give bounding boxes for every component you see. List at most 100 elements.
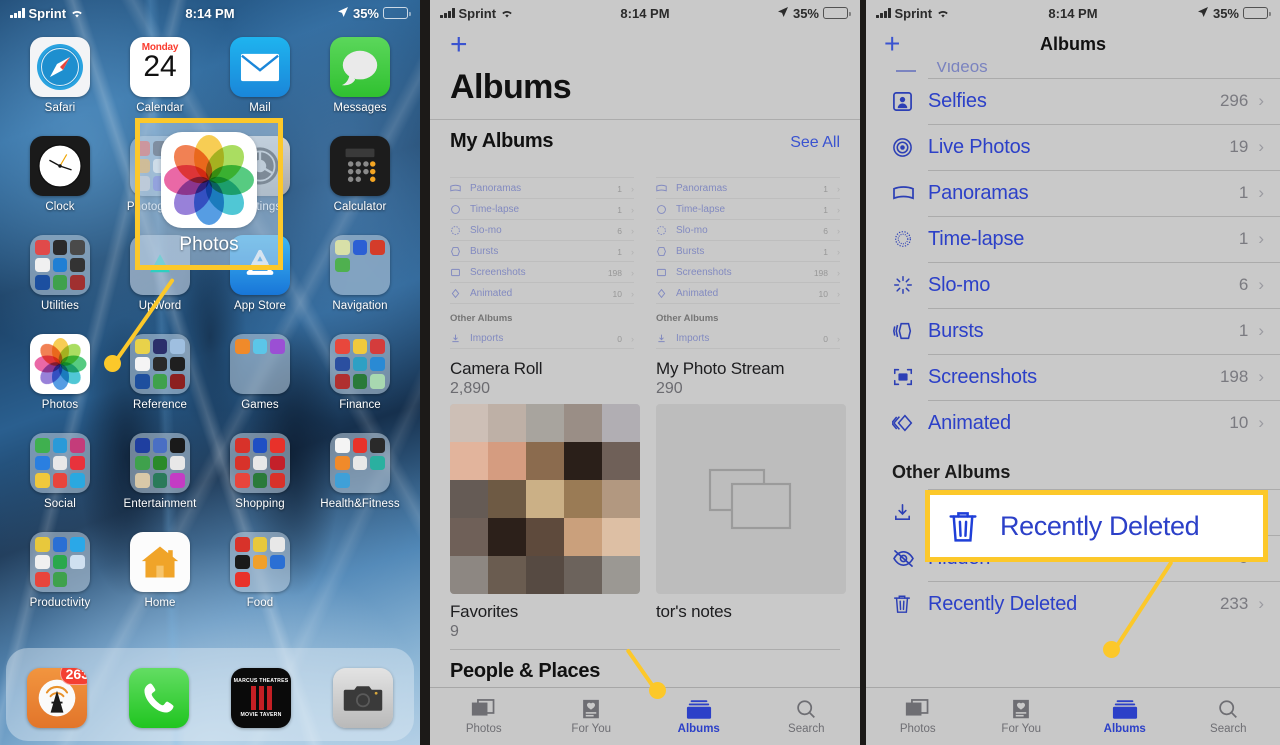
tab-search[interactable]: Search (1177, 699, 1280, 735)
location-arrow-icon (337, 6, 349, 21)
home-app-finance-folder[interactable]: Finance (310, 329, 410, 428)
tab-albums[interactable]: Albums (645, 699, 753, 735)
home-app-utilities-folder[interactable]: Utilities (10, 230, 110, 329)
album-row-selfies[interactable]: Selfies 296 › (866, 78, 1280, 124)
album-count: 19 (1229, 137, 1249, 156)
photos-tab-icon (905, 698, 929, 716)
search-tab-icon (797, 699, 816, 718)
app-label: Social (44, 498, 76, 510)
home-app-shopping-folder[interactable]: Shopping (210, 428, 310, 527)
album-count: 290 (656, 380, 683, 397)
bursts-icon (656, 246, 667, 257)
cut-icon (656, 162, 667, 173)
selfies-icon (892, 91, 922, 112)
chevron-right-icon: › (1258, 367, 1264, 386)
ghost-row: Panoramas 1 › (656, 178, 840, 199)
partially-scrolled-row: Videos (866, 62, 1280, 78)
dock-app-camera[interactable] (333, 663, 393, 728)
ghost-section-title: Other Albums (656, 313, 719, 324)
album-row-bursts[interactable]: Bursts 1 › (866, 308, 1280, 354)
album-row-live-photos[interactable]: Live Photos 19 › (866, 124, 1280, 170)
album-row-animated[interactable]: Animated 10 › (866, 400, 1280, 446)
dock-app-phone[interactable] (129, 663, 189, 728)
home-app-photos[interactable]: Photos (10, 329, 110, 428)
callout-anchor-dot-photos (104, 355, 121, 372)
dock-app-podcasts[interactable]: 263 (27, 663, 87, 728)
ghost-column-right: Panoramas 1› Time-lapse 1› Slo-mo 6› (656, 157, 840, 349)
timelapse-icon (450, 204, 461, 215)
photo-stack-placeholder-icon (656, 404, 846, 594)
calendar-icon: Monday 24 (130, 37, 190, 97)
callout-recently-deleted-label: Recently Deleted (1000, 510, 1200, 541)
home-app-social-folder[interactable]: Social (10, 428, 110, 527)
album-count: 1 (1238, 229, 1249, 248)
folder-icon (330, 334, 390, 394)
home-app-entertainment-folder[interactable]: Entertainment (110, 428, 210, 527)
tab-photos[interactable]: Photos (430, 698, 538, 735)
ghost-row-count: 10 (818, 288, 828, 299)
panel-divider-1 (420, 0, 430, 745)
folder-icon (30, 433, 90, 493)
movie-tavern-icon: MARCUS THEATRES MOVIE TAVERN (231, 668, 291, 728)
folder-icon (30, 532, 90, 592)
camera-icon (333, 668, 393, 728)
add-album-button[interactable]: + (450, 28, 468, 61)
home-app-messages[interactable]: Messages (310, 32, 410, 131)
home-app-calendar[interactable]: Monday 24 Calendar (110, 32, 210, 131)
home-app-safari[interactable]: Safari (10, 32, 110, 131)
album-row-screenshots[interactable]: Screenshots 198 › (866, 354, 1280, 400)
timelapse-icon (892, 228, 922, 250)
home-app-navigation-folder[interactable]: Navigation (310, 230, 410, 329)
callout-photos-app[interactable]: Photos (135, 118, 283, 270)
home-app-games-folder[interactable]: Games (210, 329, 310, 428)
album-row-recently-deleted[interactable]: Recently Deleted 233 › (866, 581, 1280, 627)
cut-row-icon (896, 70, 916, 78)
ghost-row-count: 1 (823, 183, 828, 194)
ghost-row-label: Bursts (470, 246, 499, 257)
ghost-row-label: Screenshots (470, 267, 526, 278)
home-app-productivity-folder[interactable]: Productivity (10, 527, 110, 626)
home-app-clock[interactable]: Clock (10, 131, 110, 230)
home-app-calculator[interactable]: Calculator (310, 131, 410, 230)
tab-for-you[interactable]: For You (970, 699, 1074, 735)
photo-stack-placeholder (656, 404, 846, 594)
app-label: Photos (41, 399, 79, 411)
home-app-mail[interactable]: Mail (210, 32, 310, 131)
callout-recently-deleted[interactable]: Recently Deleted (925, 490, 1268, 562)
tab-albums[interactable]: Albums (1073, 699, 1177, 735)
battery-percent-label: 35% (792, 5, 819, 21)
album-name: Selfies (928, 89, 987, 112)
album-row-panoramas[interactable]: Panoramas 1 › (866, 170, 1280, 216)
album-name: Time-lapse (928, 227, 1025, 250)
ghost-row-label: Animated (676, 288, 719, 299)
ghost-albums-list-overlay: Panoramas 1› Time-lapse 1› Slo-mo 6› (430, 157, 860, 353)
home-app-home[interactable]: Home (110, 527, 210, 626)
folder-icon (230, 532, 290, 592)
album-card-editors-notes[interactable]: tor's notes (656, 602, 846, 641)
ghost-row-count: 1 (617, 204, 622, 215)
album-count: 2,890 (450, 380, 491, 397)
battery-icon (1243, 7, 1271, 19)
home-app-food-folder[interactable]: Food (210, 527, 310, 626)
ghost-row-cut (656, 157, 840, 178)
chevron-right-icon: › (1258, 137, 1264, 156)
album-card-favorites[interactable]: Favorites 9 (450, 602, 640, 641)
tab-photos[interactable]: Photos (866, 698, 970, 735)
cut-icon (450, 162, 461, 173)
album-card-camera-roll[interactable]: Camera Roll 2,890 (450, 359, 640, 594)
panorama-icon (656, 183, 667, 194)
dock-app-marcus-theatres[interactable]: MARCUS THEATRES MOVIE TAVERN (231, 663, 291, 728)
album-card-my-photo-stream[interactable]: My Photo Stream 290 (656, 359, 846, 594)
ghost-row-count: 1 (823, 246, 828, 257)
tab-for-you[interactable]: For You (538, 699, 646, 735)
album-row-slo-mo[interactable]: Slo-mo 6 › (866, 262, 1280, 308)
home-app-health-fitness-folder[interactable]: Health&Fitness (310, 428, 410, 527)
ghost-row: Imports 0 › (656, 328, 840, 349)
ghost-row-cut (450, 157, 634, 178)
tab-label: Photos (465, 722, 502, 735)
tab-search[interactable]: Search (753, 699, 861, 735)
album-row-time-lapse[interactable]: Time-lapse 1 › (866, 216, 1280, 262)
app-label: Messages (333, 102, 387, 114)
see-all-link[interactable]: See All (790, 134, 840, 152)
album-count: 296 (1219, 91, 1249, 110)
